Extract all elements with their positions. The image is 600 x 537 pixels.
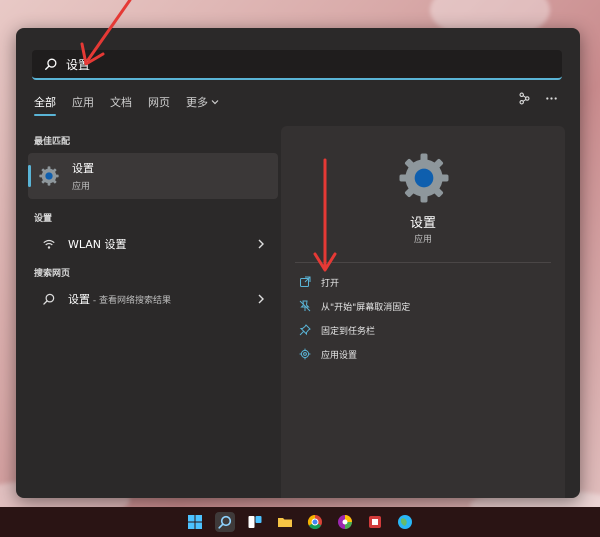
search-icon <box>43 293 55 305</box>
web-search-suffix: - 查看网络搜索结果 <box>90 296 171 306</box>
start-button[interactable] <box>185 512 205 532</box>
chevron-right-icon <box>258 239 264 249</box>
action-open-label: 打开 <box>321 278 340 289</box>
result-web-search[interactable]: 设置 - 查看网络搜索结果 <box>28 285 278 313</box>
unpin-icon <box>299 300 311 312</box>
more-options-icon[interactable] <box>545 92 558 105</box>
open-icon <box>300 276 311 287</box>
action-unpin-start[interactable]: 从"开始"屏幕取消固定 <box>299 298 410 314</box>
section-web-search: 搜索网页 <box>34 269 71 279</box>
file-explorer-button[interactable] <box>275 512 295 532</box>
chevron-down-icon <box>211 100 219 105</box>
preview-app-name: 设置 <box>409 216 436 231</box>
tab-more-label: 更多 <box>186 96 208 109</box>
colorful-browser-icon <box>338 515 352 529</box>
action-pin-label: 固定到任务栏 <box>321 326 376 337</box>
web-search-query: 设置 <box>68 293 90 306</box>
folder-icon <box>278 518 292 527</box>
chevron-right-icon <box>258 294 264 304</box>
results-list: 最佳匹配 设置 应用 设置 WLAN 设置 搜索网页 设置 - 查看网络搜索结果 <box>28 128 278 313</box>
search-box[interactable] <box>32 50 562 80</box>
action-app-settings-label: 应用设置 <box>321 350 358 361</box>
tab-more[interactable]: 更多 <box>186 94 219 110</box>
section-settings: 设置 <box>34 214 53 224</box>
best-match-type: 应用 <box>72 182 91 192</box>
share-network-icon[interactable] <box>518 92 531 105</box>
tab-all[interactable]: 全部 <box>34 94 56 116</box>
start-search-panel: 全部 应用 文档 网页 更多 最佳匹配 <box>16 28 580 498</box>
task-view-icon <box>248 516 262 528</box>
action-open[interactable]: 打开 <box>299 274 410 290</box>
wifi-icon <box>43 239 55 249</box>
office-app-icon <box>369 516 381 528</box>
chrome-button[interactable] <box>305 512 325 532</box>
result-wlan-settings[interactable]: WLAN 设置 <box>28 230 278 258</box>
search-icon <box>45 58 57 70</box>
divider <box>295 262 551 263</box>
windows-logo-icon <box>188 515 202 529</box>
search-icon <box>218 515 232 529</box>
best-match-name: 设置 <box>72 162 94 175</box>
tab-web[interactable]: 网页 <box>148 94 170 110</box>
best-match-settings[interactable]: 设置 应用 <box>28 153 278 199</box>
preview-pane: 设置 应用 打开 从"开始"屏幕取消固定 固定到任务栏 应用设置 <box>281 126 565 498</box>
chrome-icon <box>307 514 322 530</box>
action-unpin-label: 从"开始"屏幕取消固定 <box>321 302 411 313</box>
top-right-tools <box>518 92 558 105</box>
globe-app-button[interactable] <box>395 512 415 532</box>
search-input[interactable] <box>64 56 562 72</box>
filter-tabs: 全部 应用 文档 网页 更多 <box>34 94 219 116</box>
taskbar <box>0 507 600 537</box>
preview-app-type: 应用 <box>413 235 432 245</box>
wlan-settings-label: WLAN 设置 <box>68 238 127 251</box>
office-app-button[interactable] <box>365 512 385 532</box>
pin-icon <box>299 324 311 336</box>
taskbar-search-button[interactable] <box>215 512 235 532</box>
selection-accent <box>28 165 31 187</box>
tab-documents[interactable]: 文档 <box>110 94 132 110</box>
action-pin-taskbar[interactable]: 固定到任务栏 <box>299 322 410 338</box>
settings-gear-icon <box>39 166 59 186</box>
gear-icon <box>299 348 311 360</box>
settings-gear-icon <box>399 153 449 203</box>
tab-apps[interactable]: 应用 <box>72 94 94 110</box>
browser-app-button[interactable] <box>335 512 355 532</box>
web-search-label: 设置 - 查看网络搜索结果 <box>68 291 171 307</box>
task-view-button[interactable] <box>245 512 265 532</box>
action-app-settings[interactable]: 应用设置 <box>299 346 410 362</box>
section-best-match: 最佳匹配 <box>34 137 71 147</box>
preview-actions: 打开 从"开始"屏幕取消固定 固定到任务栏 应用设置 <box>299 274 410 362</box>
globe-icon <box>398 515 412 529</box>
